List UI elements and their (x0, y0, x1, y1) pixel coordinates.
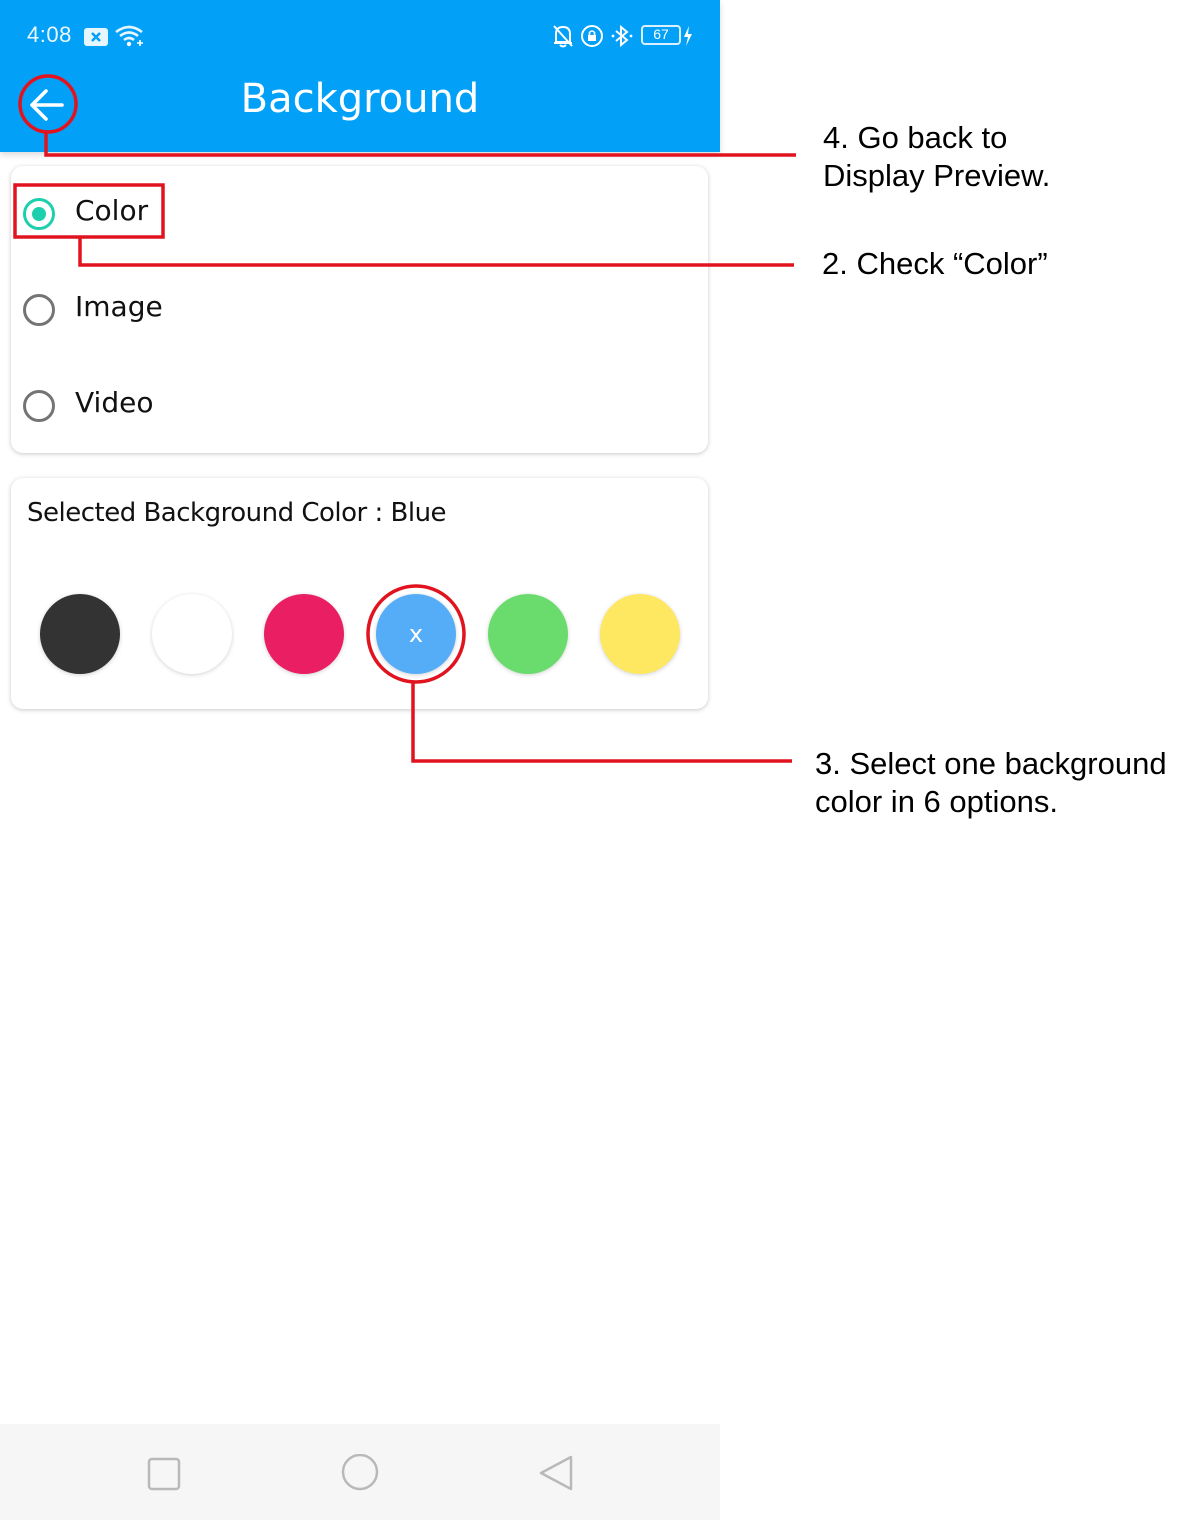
rotation-lock-icon (581, 25, 603, 47)
annotation-back-line2: Display Preview. (823, 158, 1051, 193)
notification-x-icon (84, 28, 108, 46)
radio-option-image[interactable]: Image (23, 290, 323, 334)
phone-screen: 4:08 67 Background Color Image Video Sel… (0, 0, 720, 1520)
annotation-back: 4. Go back to Display Preview. (823, 119, 1050, 195)
square-recents-icon[interactable] (144, 1454, 184, 1494)
color-swatch-black[interactable] (40, 594, 120, 674)
color-swatch-blue[interactable]: x (376, 594, 456, 674)
radio-label-color: Color (75, 194, 149, 227)
color-swatch-green[interactable] (488, 594, 568, 674)
color-swatch-yellow[interactable] (600, 594, 680, 674)
annotation-swatch: 3. Select one background color in 6 opti… (815, 745, 1167, 821)
circle-home-icon[interactable] (340, 1454, 380, 1494)
annotation-back-line1: 4. Go back to (823, 120, 1008, 155)
status-time: 4:08 (27, 22, 72, 47)
battery-icon: 67 (641, 25, 681, 45)
radio-button-video[interactable] (23, 390, 55, 422)
radio-label-image: Image (75, 290, 163, 323)
annotation-swatch-line1: 3. Select one background (815, 746, 1167, 781)
annotation-color: 2. Check “Color” (822, 245, 1048, 283)
bell-off-icon (553, 25, 573, 48)
system-nav-bar (0, 1424, 720, 1520)
color-picker-card: Selected Background Color : Blue x (11, 478, 708, 709)
selected-x-mark: x (408, 620, 424, 648)
page-title: Background (240, 76, 480, 122)
radio-option-color[interactable]: Color (23, 194, 323, 238)
status-bar: 4:08 67 (0, 0, 720, 70)
color-swatch-white[interactable] (152, 594, 232, 674)
annotation-color-line1: 2. Check “Color” (822, 246, 1048, 281)
wifi-icon (115, 25, 143, 47)
radio-option-video[interactable]: Video (23, 386, 323, 430)
radio-button-color[interactable] (23, 198, 55, 230)
app-bar: 4:08 67 Background (0, 0, 720, 152)
battery-level: 67 (653, 26, 669, 42)
radio-button-image[interactable] (23, 294, 55, 326)
background-type-card: Color Image Video (11, 166, 708, 453)
triangle-back-icon[interactable] (536, 1454, 576, 1494)
annotation-swatch-line2: color in 6 options. (815, 784, 1058, 819)
selected-color-label: Selected Background Color : Blue (27, 498, 447, 528)
charging-icon (684, 26, 692, 46)
radio-label-video: Video (75, 386, 154, 419)
color-swatch-pink[interactable] (264, 594, 344, 674)
bluetooth-icon (611, 24, 633, 48)
